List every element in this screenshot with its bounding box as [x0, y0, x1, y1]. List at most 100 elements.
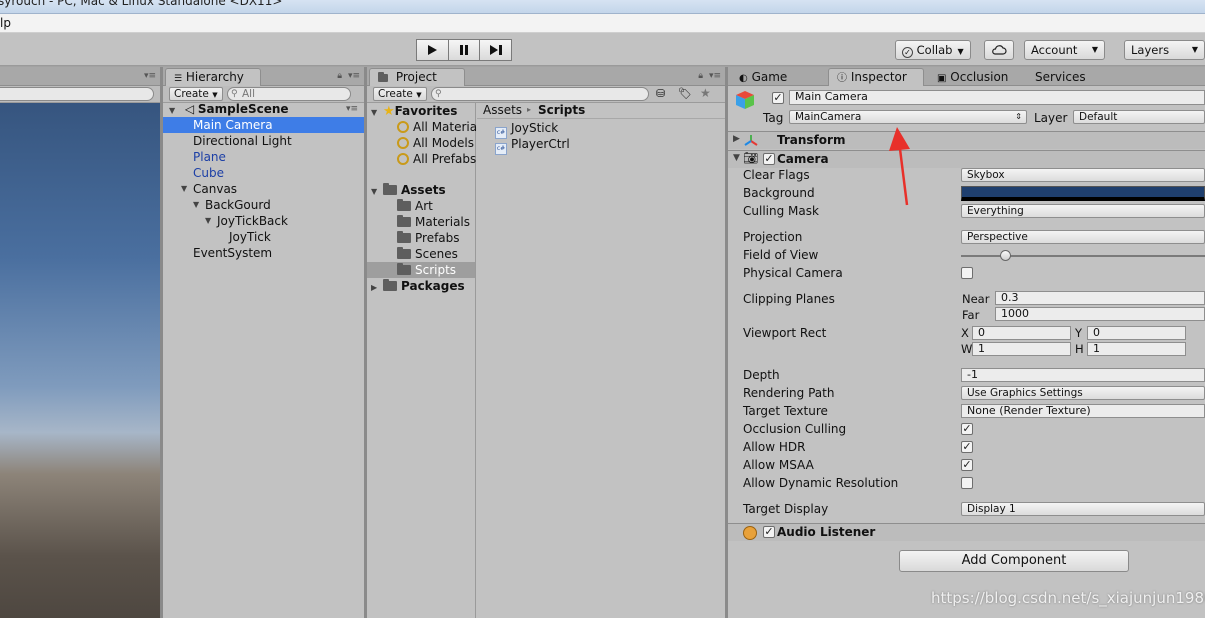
scene-search-input[interactable] — [0, 87, 154, 101]
breadcrumb-assets[interactable]: Assets — [483, 103, 522, 117]
favorite-item[interactable]: All Models — [367, 135, 475, 151]
packages-row[interactable]: ▶ Packages — [367, 278, 475, 294]
viewport-x-field[interactable]: 0 — [972, 326, 1071, 340]
project-create-button[interactable]: Create ▼ — [373, 87, 427, 101]
expand-arrow-icon[interactable]: ▼ — [181, 181, 193, 197]
rendering-path-dropdown[interactable]: Use Graphics Settings — [961, 386, 1205, 400]
hierarchy-item[interactable]: JoyTick — [163, 229, 364, 245]
asset-folder-item[interactable]: Art — [367, 198, 475, 214]
object-active-checkbox[interactable]: ✓ — [772, 92, 784, 104]
script-file-item[interactable]: c# JoyStick — [495, 120, 558, 139]
collapse-arrow-icon[interactable]: ▶ — [371, 280, 383, 296]
object-name-field[interactable]: Main Camera — [789, 90, 1205, 105]
favorite-item[interactable]: All Prefabs — [367, 151, 476, 167]
audio-listener-checkbox[interactable]: ✓ — [763, 526, 775, 538]
step-button[interactable] — [480, 39, 513, 61]
far-field[interactable]: 1000 — [995, 307, 1205, 321]
viewport-y-field[interactable]: 0 — [1087, 326, 1186, 340]
hierarchy-item[interactable]: Directional Light — [163, 133, 364, 149]
filter-by-label-icon[interactable]: 🏷︎ — [678, 87, 692, 100]
panel-menu-icon[interactable]: ▾≡ — [348, 71, 360, 81]
camera-header[interactable]: ▼ 📷︎ ✓ Camera — [728, 150, 1205, 168]
target-display-dropdown[interactable]: Display 1 — [961, 502, 1205, 516]
target-texture-label: Target Texture — [743, 404, 828, 418]
physical-camera-checkbox[interactable] — [961, 267, 973, 279]
tab-services[interactable]: Services — [1026, 68, 1106, 86]
layer-dropdown[interactable]: Default — [1073, 110, 1205, 124]
tag-dropdown[interactable]: MainCamera ⇕ — [789, 110, 1027, 124]
scene-row[interactable]: ▼ ◁ SampleScene ▾≡ — [163, 101, 364, 117]
breadcrumb-scripts[interactable]: Scripts — [538, 103, 585, 117]
hierarchy-item[interactable]: ▼ BackGourd — [163, 197, 364, 213]
background-color-swatch[interactable] — [961, 186, 1205, 201]
cloud-button[interactable] — [984, 40, 1014, 60]
collapse-arrow-icon[interactable]: ▶ — [733, 134, 740, 144]
lock-icon[interactable]: 🔒︎ — [698, 71, 703, 81]
favorite-item[interactable]: All Materia — [367, 119, 477, 135]
add-component-button[interactable]: Add Component — [899, 550, 1129, 572]
info-icon: ⓘ — [837, 73, 847, 84]
inspector-tabstrip: ◐ Game ⓘ Inspector ▣ Occlusion Services — [728, 67, 1205, 86]
filter-by-type-icon[interactable]: ⛁ — [656, 87, 665, 100]
menu-bar: lp — [0, 14, 1205, 33]
audio-listener-header[interactable]: ✓ Audio Listener — [728, 523, 1205, 541]
hierarchy-search-input[interactable]: ⚲ All — [227, 87, 351, 101]
tab-project[interactable]: Project — [369, 68, 465, 86]
hierarchy-item[interactable]: Main Camera — [163, 117, 364, 133]
expand-arrow-icon[interactable]: ▼ — [733, 153, 740, 163]
lock-icon[interactable]: 🔒︎ — [337, 71, 342, 81]
occlusion-culling-checkbox[interactable]: ✓ — [961, 423, 973, 435]
assets-row[interactable]: ▼ Assets — [367, 182, 475, 198]
layers-button[interactable]: Layers ▼ — [1124, 40, 1205, 60]
script-file-item[interactable]: c# PlayerCtrl — [495, 136, 570, 155]
scene-viewport[interactable] — [0, 103, 160, 618]
asset-folder-item[interactable]: Materials — [367, 214, 475, 230]
hierarchy-item[interactable]: ▼ JoyTickBack — [163, 213, 364, 229]
allow-dynamic-resolution-checkbox[interactable] — [961, 477, 973, 489]
scene-tabstrip: ▾≡ — [0, 67, 160, 86]
target-texture-field[interactable]: None (Render Texture) — [961, 404, 1205, 418]
tab-hierarchy[interactable]: ☰ Hierarchy — [165, 68, 261, 86]
allow-dynamic-resolution-label: Allow Dynamic Resolution — [743, 476, 899, 490]
project-search-input[interactable]: ⚲ — [431, 87, 649, 101]
clear-flags-dropdown[interactable]: Skybox — [961, 168, 1205, 182]
viewport-h-field[interactable]: 1 — [1087, 342, 1186, 356]
hierarchy-item[interactable]: Cube — [163, 165, 364, 181]
menu-help[interactable]: lp — [0, 16, 11, 30]
camera-enabled-checkbox[interactable]: ✓ — [763, 153, 775, 165]
hierarchy-item[interactable]: Plane — [163, 149, 364, 165]
culling-mask-dropdown[interactable]: Everything — [961, 204, 1205, 218]
viewport-w-field[interactable]: 1 — [972, 342, 1071, 356]
tab-game[interactable]: ◐ Game — [730, 68, 820, 86]
scene-menu-icon[interactable]: ▾≡ — [346, 101, 358, 117]
collab-button[interactable]: ✓ Collab ▼ — [895, 40, 971, 60]
asset-folder-item[interactable]: Prefabs — [367, 230, 475, 246]
favorite-star-icon[interactable]: ★ — [700, 86, 711, 100]
hierarchy-create-button[interactable]: Create ▼ — [169, 87, 223, 101]
account-button[interactable]: Account ▼ — [1024, 40, 1105, 60]
tab-inspector[interactable]: ⓘ Inspector — [828, 68, 924, 86]
panel-menu-icon[interactable]: ▾≡ — [144, 71, 156, 81]
panel-menu-icon[interactable]: ▾≡ — [709, 71, 721, 81]
allow-msaa-checkbox[interactable]: ✓ — [961, 459, 973, 471]
hierarchy-item[interactable]: EventSystem — [163, 245, 364, 261]
expand-arrow-icon[interactable]: ▼ — [205, 213, 217, 229]
favorites-row[interactable]: ▼ ★Favorites — [367, 103, 475, 119]
expand-arrow-icon[interactable]: ▼ — [193, 197, 205, 213]
transform-label: Transform — [777, 133, 846, 147]
asset-folder-item[interactable]: Scripts — [367, 262, 475, 278]
near-field[interactable]: 0.3 — [995, 291, 1205, 305]
pause-button[interactable] — [448, 39, 481, 61]
fov-slider-thumb[interactable] — [1000, 250, 1011, 261]
transform-header[interactable]: ▶ Transform — [728, 131, 1205, 149]
depth-field[interactable]: -1 — [961, 368, 1205, 382]
allow-hdr-checkbox[interactable]: ✓ — [961, 441, 973, 453]
asset-folder-item[interactable]: Scenes — [367, 246, 475, 262]
play-button[interactable] — [416, 39, 449, 61]
fov-slider-track[interactable] — [961, 255, 1205, 257]
projection-dropdown[interactable]: Perspective — [961, 230, 1205, 244]
check-circle-icon: ✓ — [902, 47, 913, 58]
search-filter-icon — [397, 137, 409, 149]
hierarchy-item[interactable]: ▼ Canvas — [163, 181, 364, 197]
tab-occlusion[interactable]: ▣ Occlusion — [928, 68, 1028, 86]
